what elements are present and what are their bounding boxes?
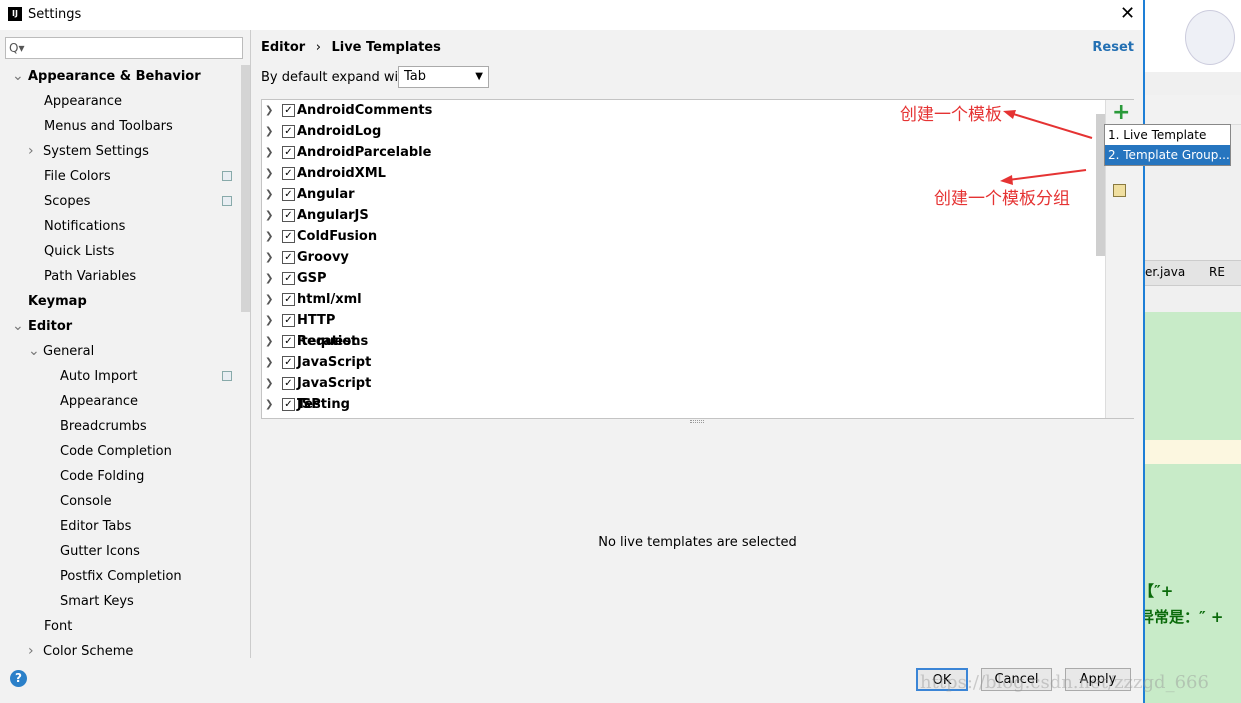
annotation-arrows <box>1000 110 1093 185</box>
menu-item-template-group[interactable]: 2. Template Group... <box>1105 145 1230 165</box>
add-popup-menu: 1. Live Template 2. Template Group... <box>1104 124 1231 166</box>
menu-item-live-template[interactable]: 1. Live Template <box>1105 125 1230 145</box>
watermark: https://blog.csdn.net/zzzgd_666 <box>920 672 1209 693</box>
arrow-head <box>1003 110 1016 119</box>
arrow-head <box>1000 175 1013 185</box>
arrow-line <box>1007 169 1087 181</box>
arrow-line <box>1009 112 1093 139</box>
